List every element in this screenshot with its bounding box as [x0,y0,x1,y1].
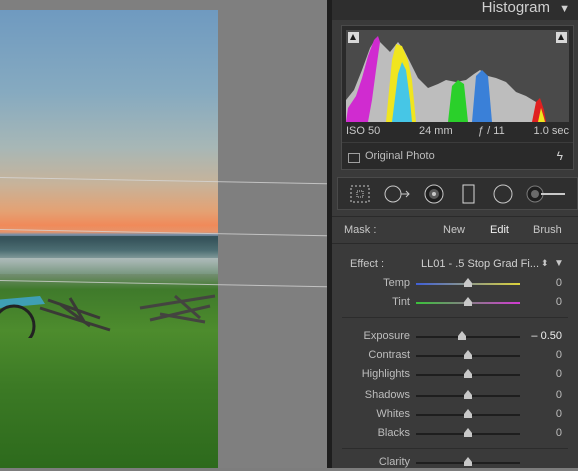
histogram-box: ISO 50 24 mm ƒ / 11 1.0 sec Original Pho… [341,25,574,170]
red-eye-icon[interactable] [422,183,446,205]
slider-knob[interactable] [464,350,472,359]
slider-knob[interactable] [464,297,472,306]
slider-clarity[interactable]: Clarity [332,455,578,471]
crop-overlay-icon[interactable] [348,183,372,205]
slider-knob[interactable] [464,369,472,378]
slider-knob[interactable] [464,428,472,437]
develop-right-panel: Histogram ▼ ISO 50 24 mm ƒ / 11 1.0 sec [327,0,578,468]
effect-arrows-icon[interactable]: ⬍ [541,258,549,269]
slider-label: Highlights [361,368,410,380]
tool-strip [337,177,578,210]
slider-value[interactable]: 0 [556,389,562,401]
slider-track[interactable] [416,336,520,338]
slider-label: Exposure [363,330,410,342]
original-photo-row: Original Photo ϟ [342,142,573,170]
slider-label: Blacks [377,427,410,439]
original-photo-checkbox[interactable] [348,153,360,163]
slider-value[interactable]: 0 [556,368,562,380]
slider-knob[interactable] [457,331,466,340]
section-divider [342,317,568,318]
slider-label: Contrast [368,349,410,361]
section-divider [342,448,568,449]
shadow-clip-icon[interactable] [348,32,359,43]
slider-value[interactable]: 0 [556,408,562,420]
histogram-graph [346,30,569,122]
original-photo-label: Original Photo [365,150,435,162]
slider-whites[interactable]: Whites 0 [332,407,578,423]
slider-contrast[interactable]: Contrast 0 [332,348,578,364]
mask-edit-button[interactable]: Edit [490,224,509,236]
slider-value[interactable]: 0 [556,296,562,308]
spot-removal-icon[interactable] [383,183,410,205]
landscape-photo [0,10,218,468]
slider-label: Whites [376,408,410,420]
histogram-title: Histogram [481,0,550,16]
slider-tint[interactable]: Tint 0 [332,295,578,311]
mask-label: Mask : [344,224,377,236]
slider-label: Shadows [364,389,410,401]
slider-knob[interactable] [464,278,472,287]
effect-label: Effect : [350,258,385,270]
slider-value[interactable]: 0 [556,277,562,289]
slider-temp[interactable]: Temp 0 [332,276,578,292]
slider-knob[interactable] [464,457,472,466]
cannon-and-fence [0,294,216,338]
histogram-header[interactable]: Histogram ▼ [332,0,578,20]
exif-iso: ISO 50 [346,125,381,137]
treeline [0,236,218,260]
slider-blacks[interactable]: Blacks 0 [332,426,578,442]
slider-highlights[interactable]: Highlights 0 [332,367,578,383]
mask-row: Mask : New Edit Brush [332,216,578,244]
slider-label: Clarity [378,456,410,468]
exif-aperture: ƒ / 11 [478,125,505,137]
slider-knob[interactable] [464,409,472,418]
photo-canvas[interactable] [0,0,327,468]
slider-value[interactable]: 0 [556,349,562,361]
mask-brush-button[interactable]: Brush [533,224,562,236]
exif-focal-length: 24 mm [419,125,453,137]
mist [0,258,218,274]
mask-new-button[interactable]: New [443,224,465,236]
graduated-filter-icon[interactable] [457,183,481,205]
effect-row: Effect : LL01 - .5 Stop Grad Fi... ⬍ [344,258,570,272]
adjustment-brush-icon[interactable] [525,183,569,205]
slider-label: Tint [392,296,410,308]
slider-value[interactable]: – 0.50 [531,330,562,342]
effect-preset-select[interactable]: LL01 - .5 Stop Grad Fi... [421,258,539,270]
collapse-icon[interactable]: ▼ [554,258,564,269]
radial-filter-icon[interactable] [491,183,515,205]
slider-knob[interactable] [464,390,472,399]
exif-shutter: 1.0 sec [533,125,569,137]
highlight-clip-icon[interactable] [556,32,567,43]
slider-value[interactable]: 0 [556,427,562,439]
slider-exposure[interactable]: Exposure – 0.50 [332,329,578,345]
histogram-toggle-icon[interactable]: ▼ [559,3,570,15]
bolt-icon[interactable]: ϟ [557,149,563,163]
slider-label: Temp [383,277,410,289]
slider-shadows[interactable]: Shadows 0 [332,388,578,404]
